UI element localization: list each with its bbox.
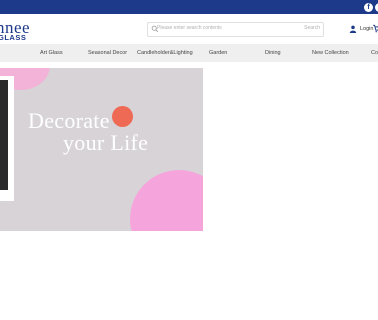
nav-item-candleholder-lighting[interactable]: Candleholder&Lighting: [137, 50, 193, 56]
user-icon[interactable]: [349, 25, 357, 33]
facebook-icon[interactable]: f: [364, 3, 373, 12]
picture-frame-inner: [0, 80, 8, 190]
nav-item-dining[interactable]: Dining: [265, 50, 281, 56]
nav-item-art-glass[interactable]: Art Glass: [40, 50, 63, 56]
decor-circle-pink-bottom: [130, 170, 203, 231]
nav-item-garden[interactable]: Garden: [209, 50, 227, 56]
cart-icon[interactable]: [373, 24, 378, 33]
picture-frame-image: [0, 76, 14, 201]
nav-item-seasonal-decor[interactable]: Seasonal Decor: [88, 50, 127, 56]
brand-logo-subtitle: GLASS: [0, 33, 27, 42]
search-bar[interactable]: Please enter search contents Search: [147, 22, 324, 37]
search-button[interactable]: Search: [304, 25, 320, 31]
nav-item-partial-right[interactable]: Co: [371, 50, 378, 56]
login-link[interactable]: Login: [360, 26, 373, 32]
main-nav: s Art Glass Seasonal Decor Candleholder&…: [0, 44, 378, 62]
nav-item-new-collection[interactable]: New Collection: [312, 50, 349, 56]
hero-banner[interactable]: Decorate your Life: [0, 68, 203, 231]
decor-circle-red: [112, 106, 133, 127]
top-bar: f: [0, 0, 378, 14]
search-input[interactable]: Please enter search contents: [157, 25, 222, 31]
hero-headline-line2: your Life: [63, 130, 149, 155]
